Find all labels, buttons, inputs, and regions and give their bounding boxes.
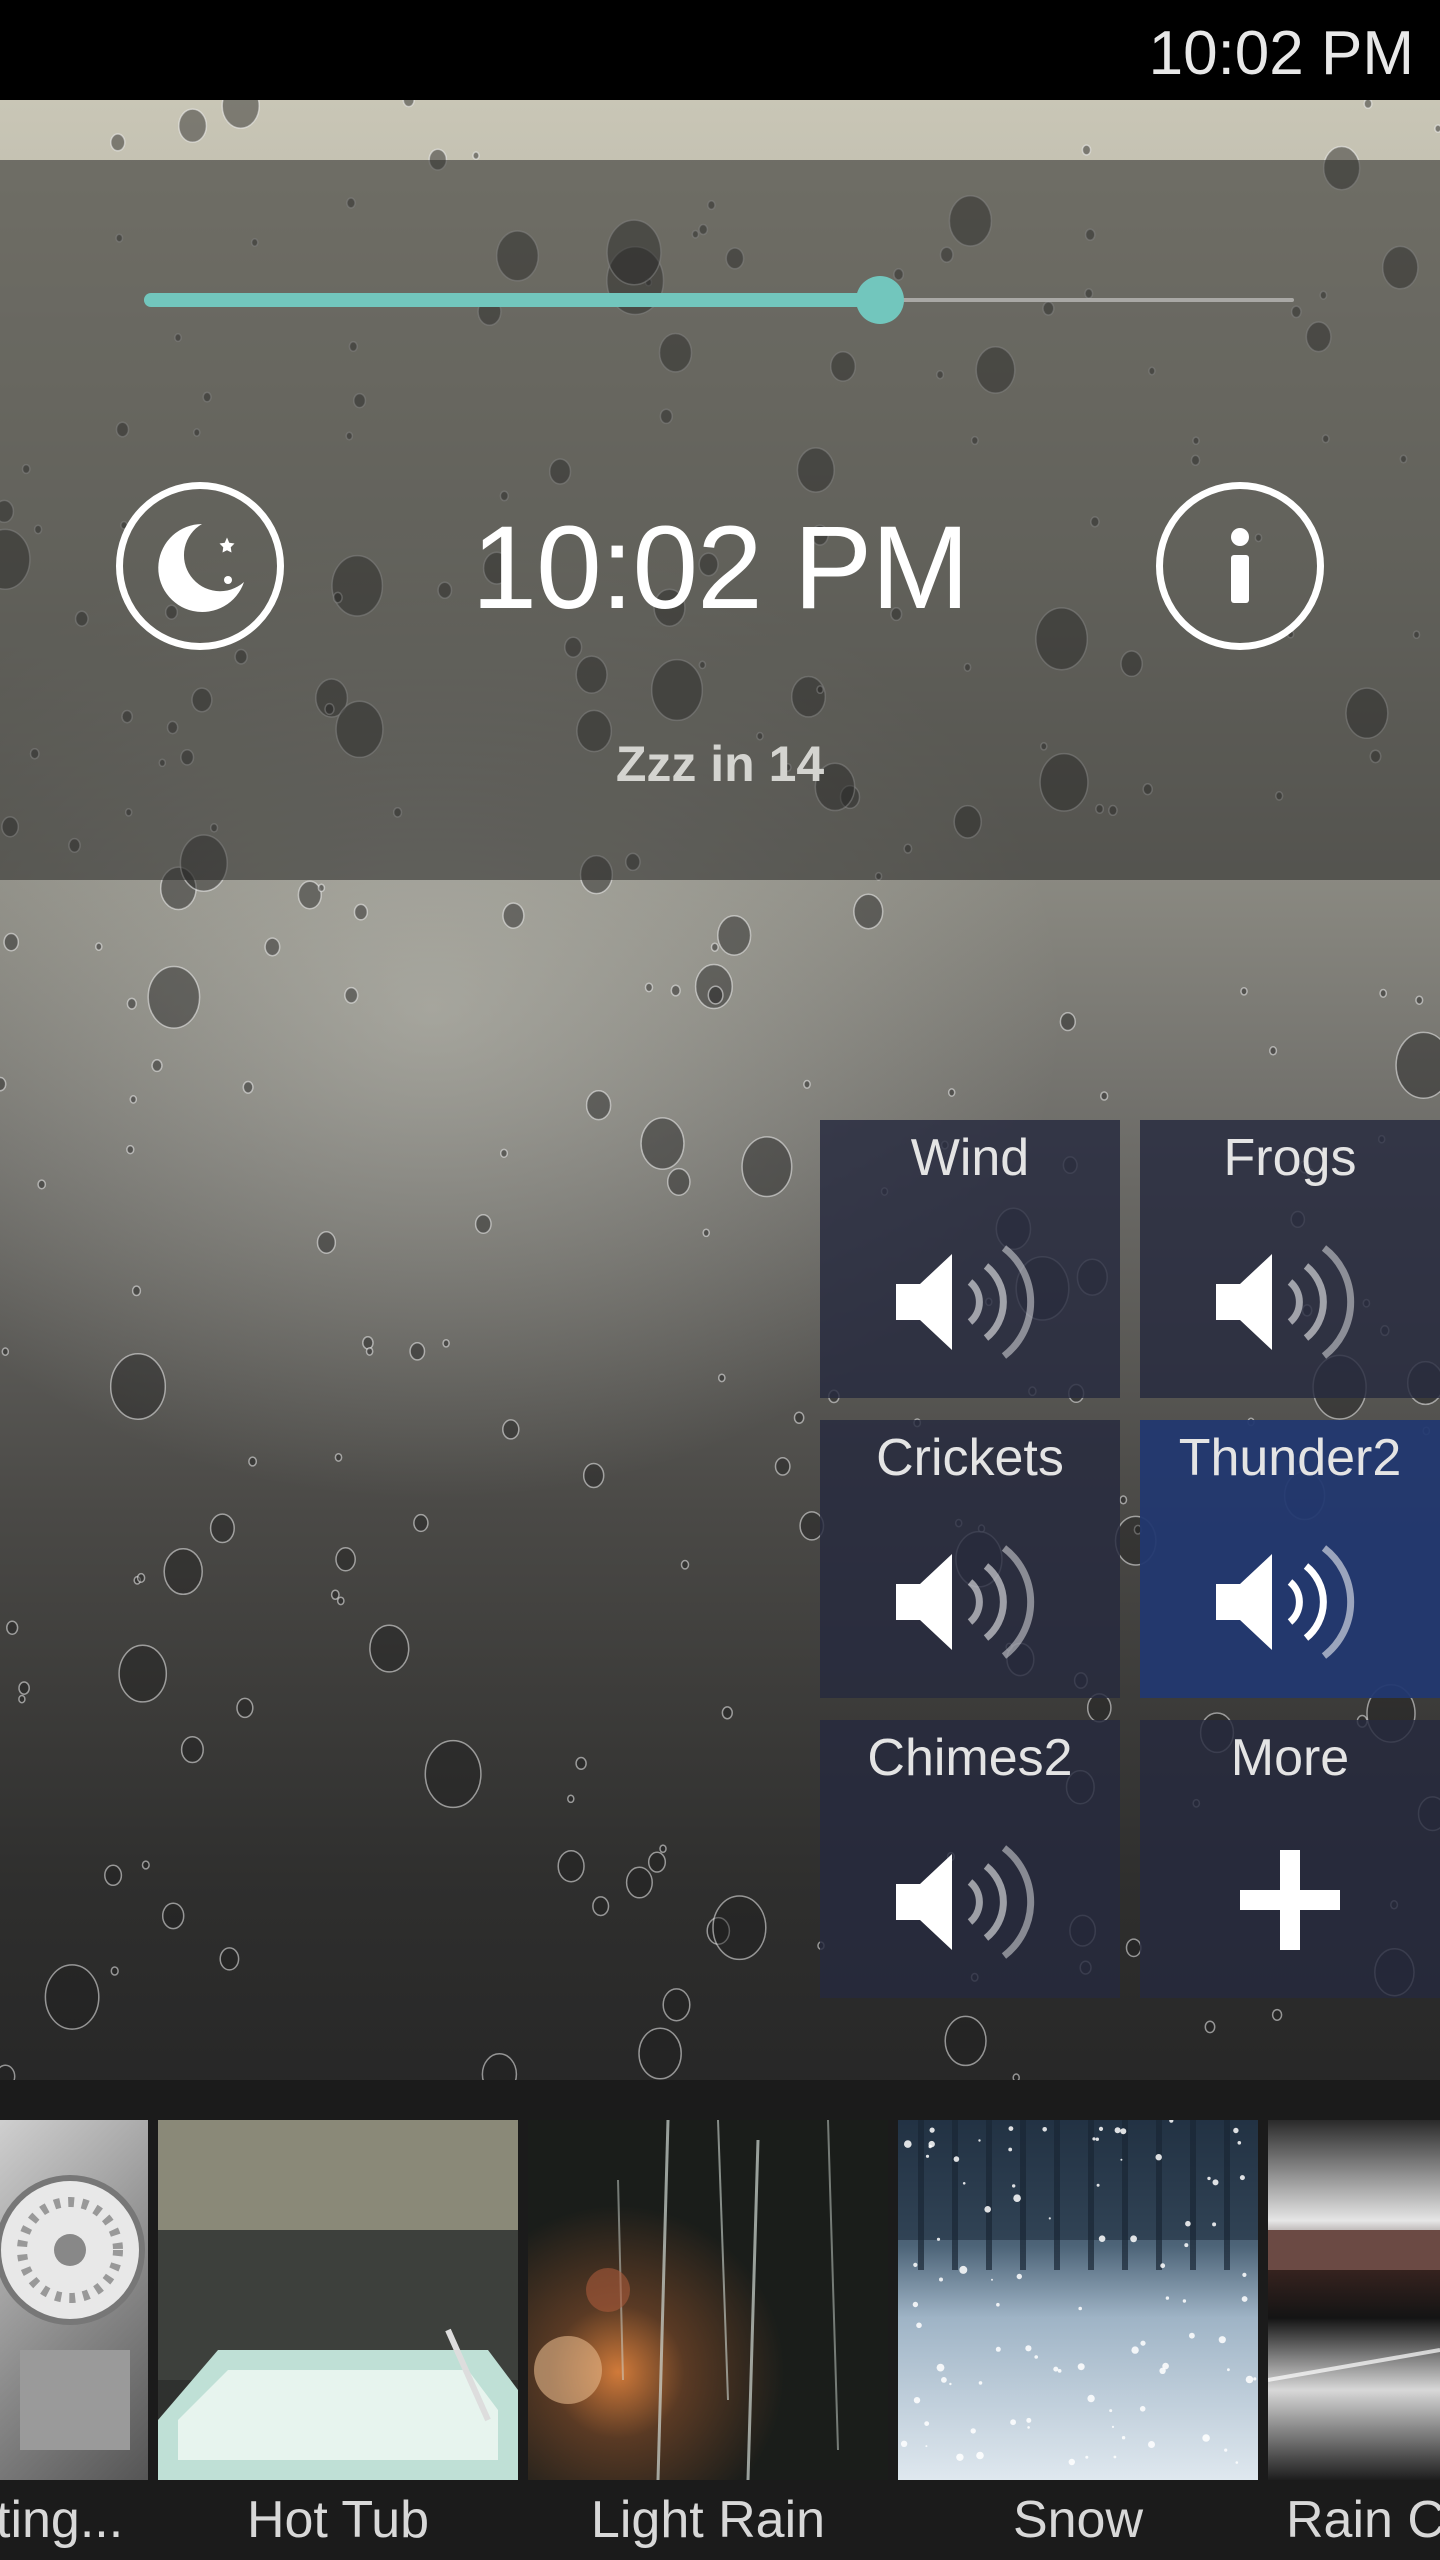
scene-label: ting... [0,2491,124,2549]
scene-thumbnail-hot-tub[interactable] [158,2120,518,2480]
fan-image [0,2175,145,2450]
clock-display: 10:02 PM [471,502,969,634]
sound-tile-label: Frogs [1223,1129,1357,1187]
volume-slider-fill [144,293,880,307]
speaker-icon [1216,1545,1355,1659]
scene-gallery[interactable]: ting... Hot Tub Light Rain Snow Rain C [0,2080,1440,2560]
sound-tile-label: Wind [910,1129,1030,1187]
sleep-countdown: Zzz in 14 [615,736,825,792]
speaker-icon [1216,1245,1355,1359]
hot-tub-image [158,2120,518,2480]
status-bar: 10:02 PM [0,0,1440,100]
light-rain-image [534,2120,839,2480]
plus-icon [1240,1850,1340,1950]
sound-tile-thunder2[interactable]: Thunder2 [1140,1420,1440,1698]
scene-label: Rain C [1286,2491,1440,2549]
sound-tile-more[interactable]: More [1140,1720,1440,1998]
sound-tile-chimes2[interactable]: Chimes2 [820,1720,1120,1998]
sound-tile-wind[interactable]: Wind [820,1120,1120,1398]
sound-tile-label: Crickets [876,1429,1064,1487]
volume-slider-thumb[interactable] [856,276,904,324]
snow-image [898,2120,1258,2466]
sound-tile-label: Thunder2 [1178,1429,1402,1487]
sound-tile-frogs[interactable]: Frogs [1140,1120,1440,1398]
speaker-icon [896,1545,1035,1659]
scene-thumbnail-rain-on-car[interactable] [1268,2120,1440,2480]
rain-car-image [1268,2230,1440,2382]
volume-slider[interactable] [144,276,1294,324]
sound-tile-label: More [1230,1729,1350,1787]
scene-thumbnail-light-rain[interactable] [528,2120,888,2480]
scene-label: Light Rain [590,2491,826,2549]
scene-label: Hot Tub [246,2491,430,2549]
scene-label: Snow [1012,2491,1144,2549]
sound-tile-crickets[interactable]: Crickets [820,1420,1120,1698]
sound-tile-label: Chimes2 [867,1729,1073,1787]
status-bar-time: 10:02 PM [1148,19,1414,88]
scene-thumbnail-fan[interactable] [0,2120,148,2480]
scene-thumbnail-snow[interactable] [898,2120,1258,2480]
speaker-icon [896,1845,1035,1959]
speaker-icon [896,1245,1035,1359]
